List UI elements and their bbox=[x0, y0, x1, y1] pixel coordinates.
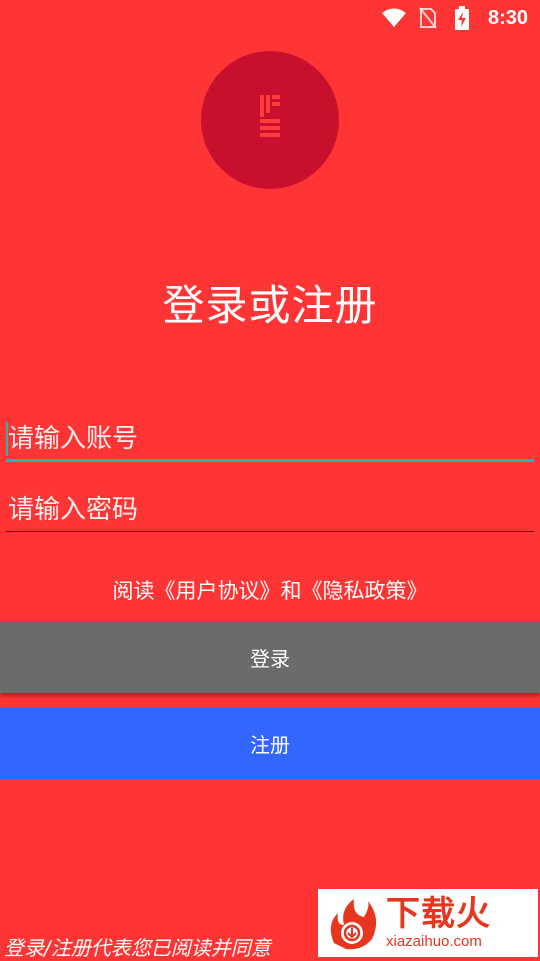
flame-logo-icon bbox=[324, 895, 380, 951]
watermark: 下载火 xiazaihuo.com bbox=[318, 889, 538, 957]
no-sim-icon bbox=[416, 6, 440, 30]
account-input[interactable] bbox=[6, 418, 534, 459]
app-logo-icon bbox=[258, 93, 282, 147]
text-caret bbox=[6, 422, 8, 456]
status-bar: 8:30 bbox=[0, 0, 540, 36]
login-button[interactable]: 登录 bbox=[0, 621, 540, 693]
wifi-icon bbox=[381, 6, 406, 30]
watermark-brand: 下载火 bbox=[386, 894, 491, 934]
account-field-wrapper bbox=[6, 418, 534, 462]
page-title: 登录或注册 bbox=[162, 281, 378, 330]
agreement-link[interactable]: 阅读《用户协议》和《隐私政策》 bbox=[0, 575, 540, 605]
footer-note: 登录/注册代表您已阅读并同意 bbox=[4, 936, 271, 960]
battery-charging-icon bbox=[450, 6, 474, 30]
watermark-url: xiazaihuo.com bbox=[386, 933, 482, 950]
register-button[interactable]: 注册 bbox=[0, 708, 540, 779]
app-logo bbox=[201, 51, 339, 189]
password-field-wrapper bbox=[6, 488, 534, 532]
password-input[interactable] bbox=[6, 489, 534, 530]
status-time: 8:30 bbox=[487, 6, 528, 29]
